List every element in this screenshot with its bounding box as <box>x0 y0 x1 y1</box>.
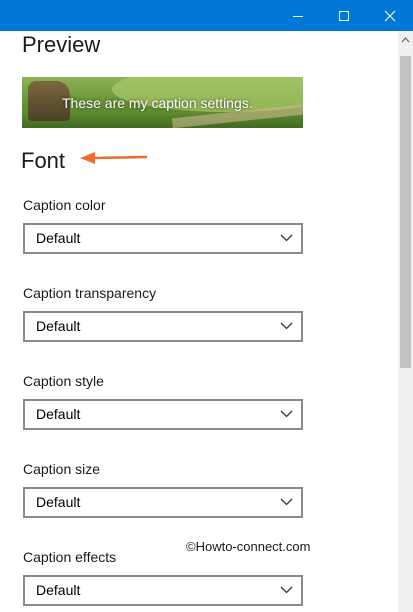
caption-style-label: Caption style <box>23 373 104 389</box>
caption-color-dropdown[interactable]: Default <box>23 223 303 254</box>
scroll-up-button[interactable] <box>398 31 413 48</box>
scrollbar-thumb[interactable] <box>400 56 411 368</box>
caption-color-value: Default <box>36 230 81 246</box>
caption-effects-dropdown[interactable]: Default <box>23 575 303 606</box>
title-bar <box>0 0 413 31</box>
chevron-down-icon <box>280 322 293 330</box>
font-heading: Font <box>21 148 66 173</box>
caption-color-label: Caption color <box>23 197 106 213</box>
caption-size-label: Caption size <box>23 461 101 477</box>
close-button[interactable] <box>367 0 413 31</box>
vertical-scrollbar[interactable] <box>398 31 413 612</box>
preview-heading: Preview <box>22 32 101 57</box>
settings-content: Preview These are my caption settings. F… <box>0 31 398 612</box>
caption-preview-image: These are my caption settings. <box>22 77 303 128</box>
orange-arrow-icon <box>80 152 148 164</box>
minimize-icon <box>293 15 303 17</box>
maximize-icon <box>339 10 349 21</box>
minimize-button[interactable] <box>275 0 321 31</box>
chevron-down-icon <box>280 410 293 418</box>
caption-preview-text: These are my caption settings. <box>62 95 253 111</box>
caption-transparency-label: Caption transparency <box>23 285 157 301</box>
caption-transparency-dropdown[interactable]: Default <box>23 311 303 342</box>
caption-size-value: Default <box>36 494 81 510</box>
watermark: ©Howto-connect.com <box>186 539 311 554</box>
caption-effects-label: Caption effects <box>23 549 117 565</box>
close-icon <box>384 10 396 21</box>
chevron-up-icon <box>401 36 410 42</box>
caption-size-dropdown[interactable]: Default <box>23 487 303 518</box>
caption-style-dropdown[interactable]: Default <box>23 399 303 430</box>
caption-effects-value: Default <box>36 582 81 598</box>
chevron-down-icon <box>280 498 293 506</box>
caption-style-value: Default <box>36 406 81 422</box>
maximize-button[interactable] <box>321 0 367 31</box>
chevron-down-icon <box>280 586 293 594</box>
chevron-down-icon <box>280 234 293 242</box>
caption-transparency-value: Default <box>36 318 81 334</box>
